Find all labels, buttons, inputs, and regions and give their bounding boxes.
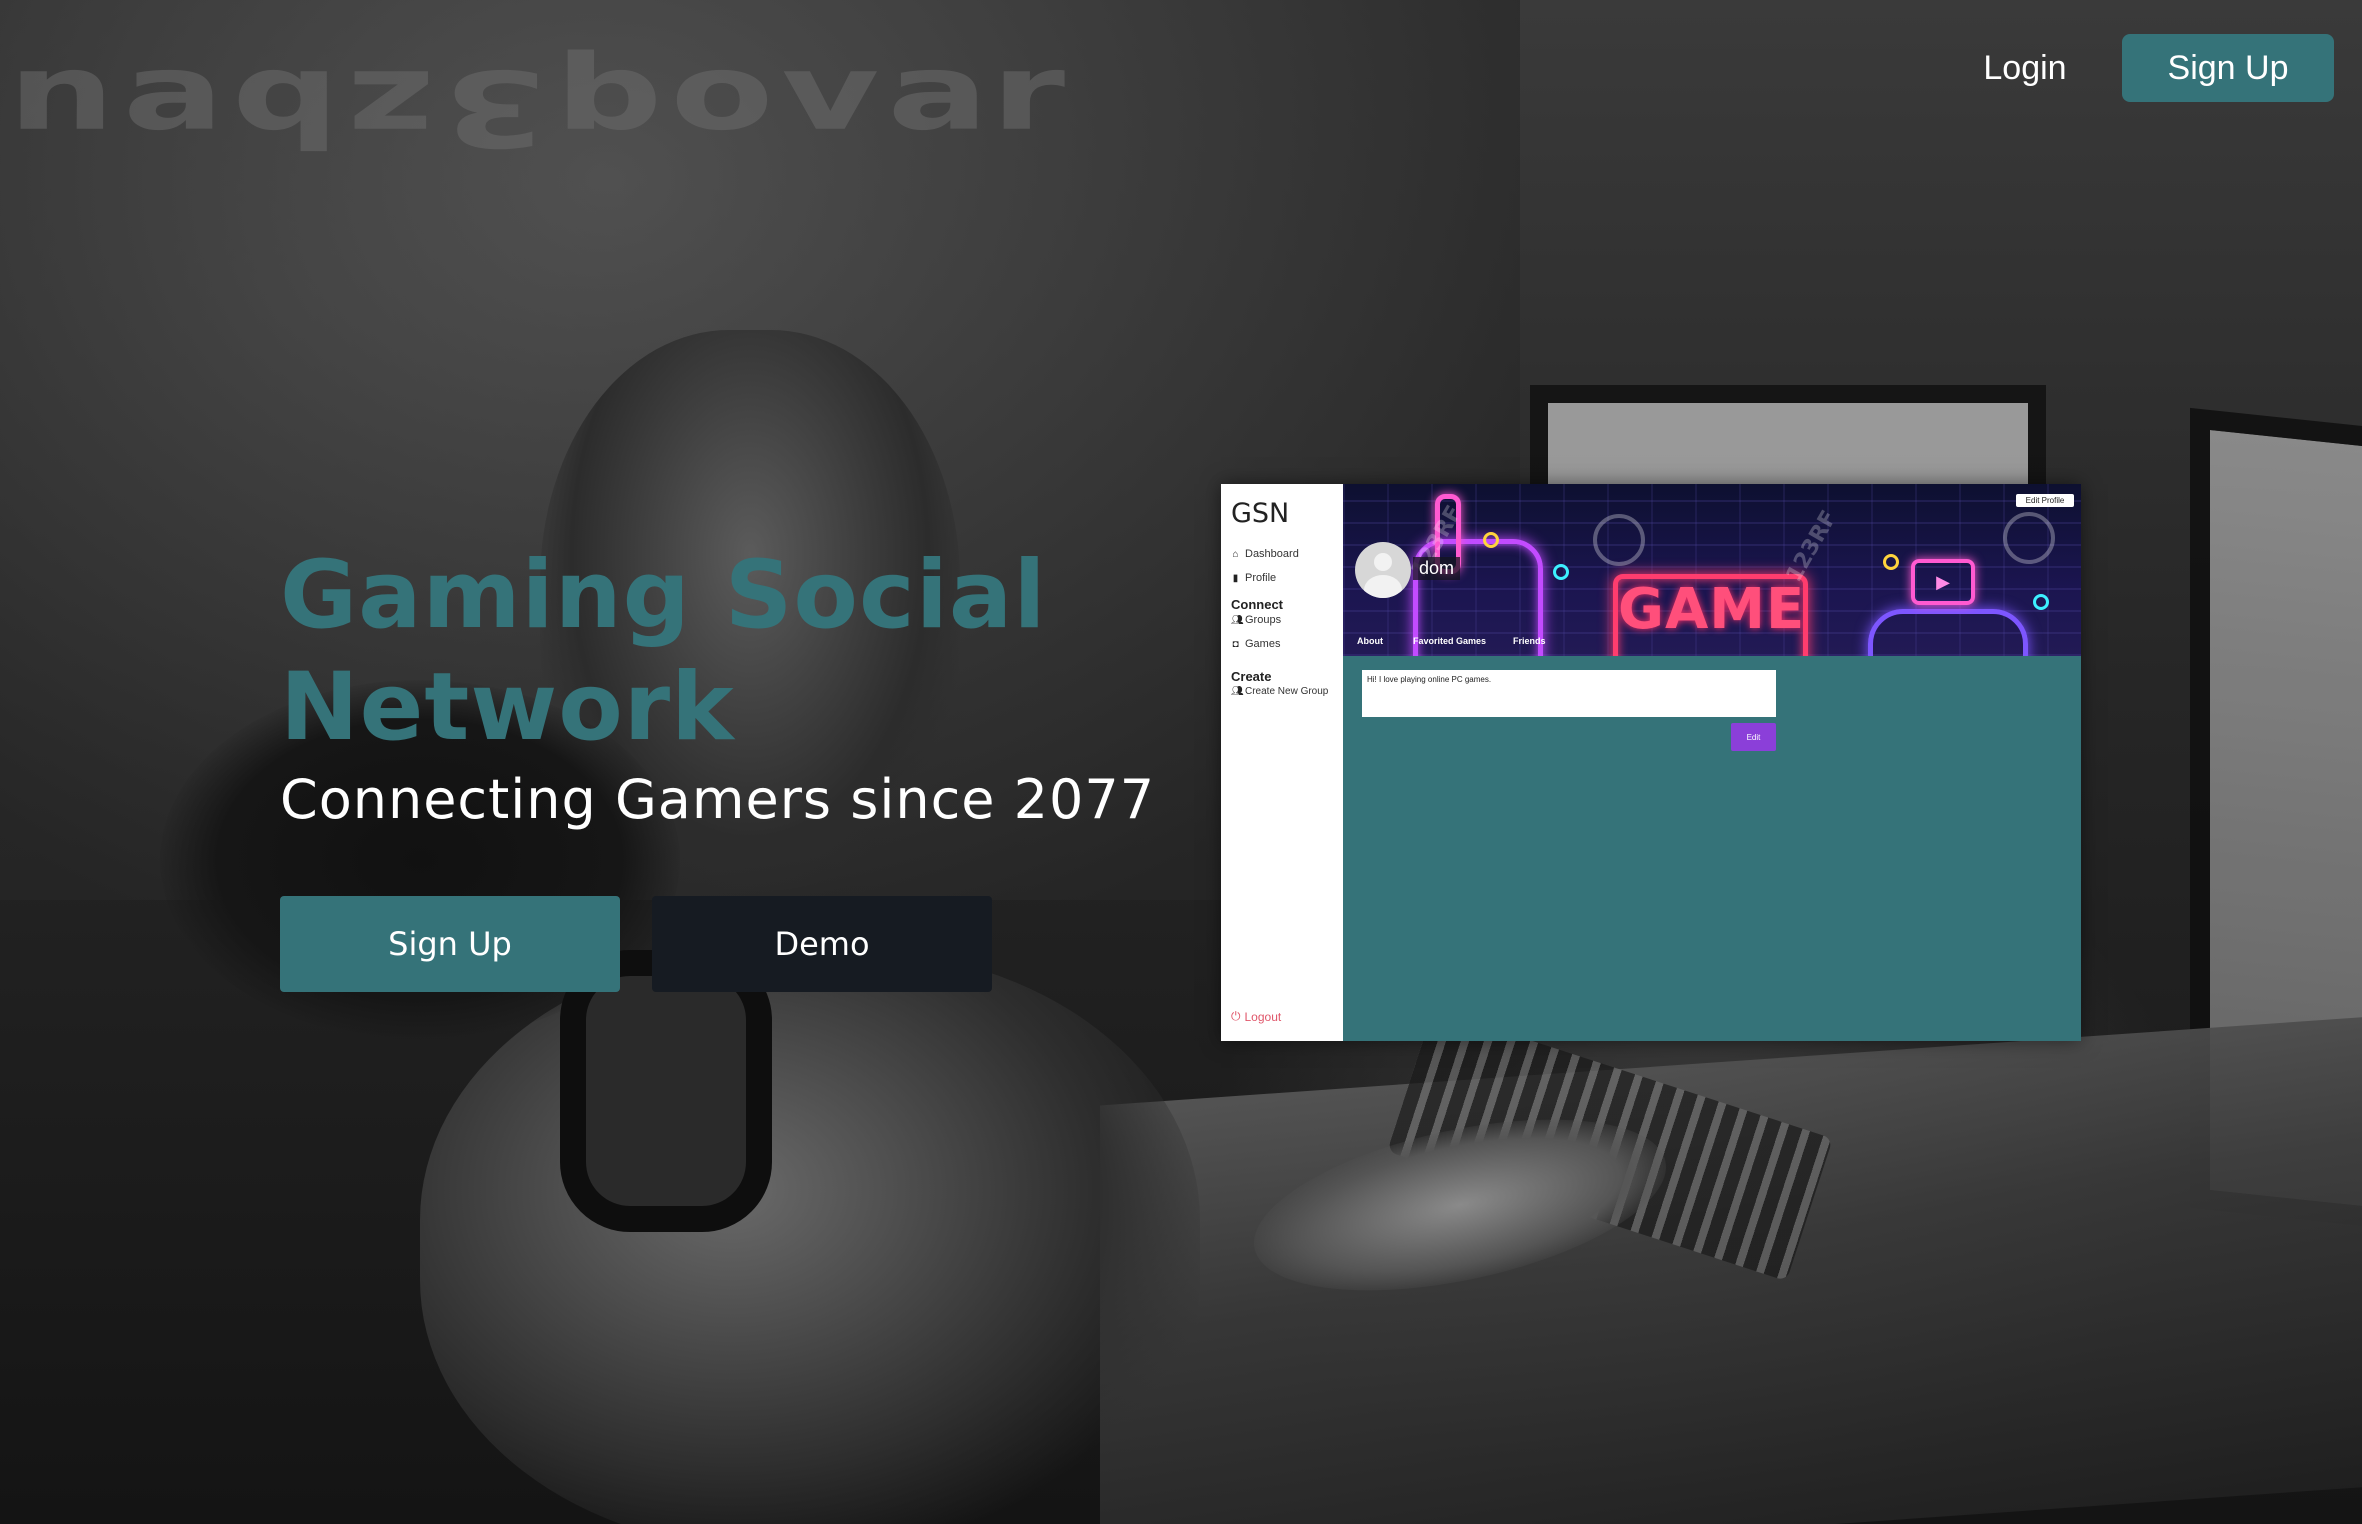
preview-nav-games[interactable]: ◘ Games [1231, 638, 1280, 650]
preview-logout-link[interactable]: ⏻ Logout [1231, 1009, 1281, 1024]
neon-play-icon: ▶ [1911, 559, 1975, 605]
preview-logout-label: Logout [1244, 1009, 1282, 1024]
avatar-head-shape [1374, 553, 1392, 571]
preview-nav-label: Profile [1245, 572, 1277, 584]
hero-signup-button[interactable]: Sign Up [280, 896, 620, 992]
preview-sidebar: GSN ⌂ Dashboard ▮ Profile Connect 👥︎ Gro… [1221, 484, 1343, 1041]
home-icon: ⌂ [1232, 548, 1239, 560]
preview-nav-create-group[interactable]: 👥︎ Create New Group [1231, 686, 1328, 697]
preview-nav-label: Create New Group [1245, 686, 1329, 697]
watermark-camera-icon [1593, 514, 1645, 566]
tab-friends[interactable]: Friends [1513, 636, 1546, 646]
preview-nav-groups[interactable]: 👥︎ Groups [1231, 614, 1281, 626]
nav-signup-button[interactable]: Sign Up [2122, 34, 2334, 102]
tab-about[interactable]: About [1357, 636, 1383, 646]
neon-dot [1483, 532, 1499, 548]
preview-section-create: Create [1231, 669, 1272, 684]
hero-subtitle: Connecting Gamers since 2077 [280, 768, 1156, 831]
preview-nav-label: Games [1245, 638, 1281, 650]
background-gamer-near [420, 950, 1200, 1524]
hero-demo-button[interactable]: Demo [652, 896, 992, 992]
background-wall-sign: ɹɐʌoq3zbɐu [0, 46, 1078, 168]
neon-dot [2033, 594, 2049, 610]
gamepad-icon: ◘ [1232, 638, 1239, 650]
background-headset [560, 950, 772, 1232]
preview-bio-field[interactable]: Hi! I love playing online PC games. [1362, 670, 1776, 717]
avatar [1355, 542, 1411, 598]
neon-gamepad-graphic [1868, 609, 2028, 656]
power-icon: ⏻ [1231, 1009, 1241, 1023]
preview-nav-profile[interactable]: ▮ Profile [1231, 572, 1276, 584]
users-icon: 👥︎ [1231, 686, 1244, 697]
neon-dot [1883, 554, 1899, 570]
preview-section-connect: Connect [1231, 597, 1283, 612]
neon-dot [1553, 564, 1569, 580]
neon-game-over-sign: GAME [1613, 574, 1808, 656]
preview-profile-banner: GAME ▶ 123RF 123RF Edit Profile dom Abou… [1343, 484, 2081, 656]
preview-logo: GSN [1231, 498, 1290, 529]
hero-title: Gaming Social Network [280, 541, 1047, 762]
preview-nav-dashboard[interactable]: ⌂ Dashboard [1231, 548, 1299, 560]
preview-nav-label: Groups [1245, 614, 1282, 626]
app-preview: GSN ⌂ Dashboard ▮ Profile Connect 👥︎ Gro… [1221, 484, 2081, 1041]
preview-edit-bio-button[interactable]: Edit [1731, 723, 1776, 751]
watermark-camera-icon [2003, 512, 2055, 564]
users-icon: 👥︎ [1231, 614, 1244, 626]
avatar-body-shape [1364, 575, 1402, 598]
preview-nav-label: Dashboard [1245, 548, 1299, 560]
id-badge-icon: ▮ [1232, 572, 1239, 584]
nav-login-link[interactable]: Login [1970, 36, 2080, 100]
tab-favorited-games[interactable]: Favorited Games [1413, 636, 1486, 646]
preview-edit-profile-button[interactable]: Edit Profile [2016, 494, 2074, 507]
preview-username: dom [1413, 557, 1461, 580]
